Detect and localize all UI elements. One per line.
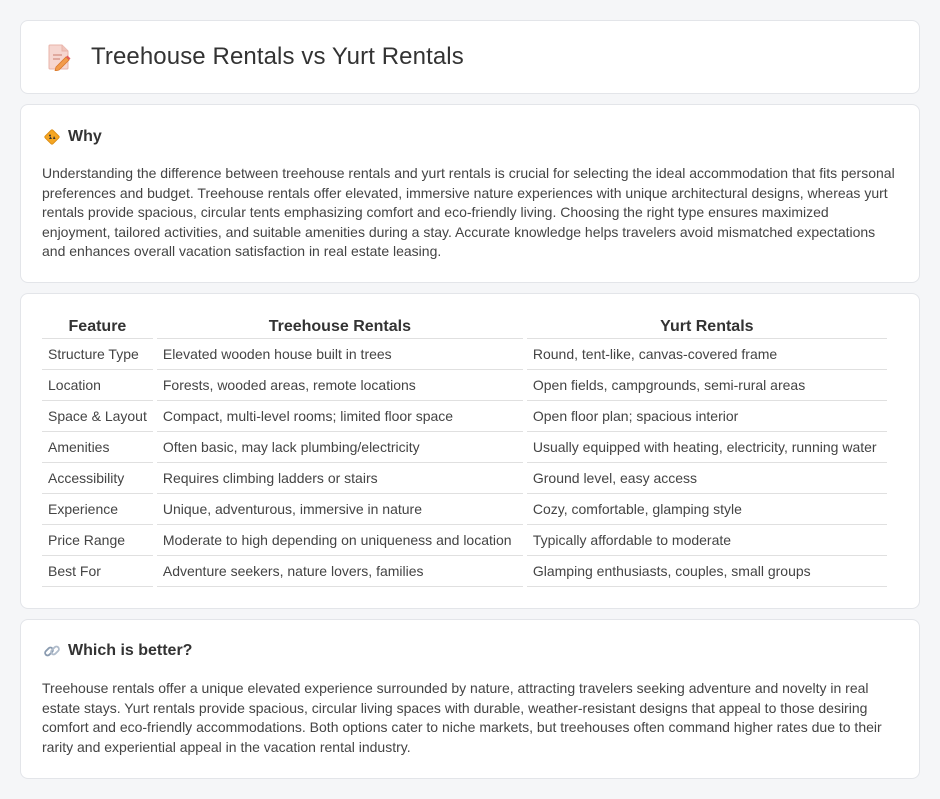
yurt-cell: Open floor plan; spacious interior xyxy=(522,400,887,432)
yurt-cell: Round, tent-like, canvas-covered frame xyxy=(522,338,887,370)
table-row: Price Range Moderate to high depending o… xyxy=(42,524,887,556)
yurt-cell: Glamping enthusiasts, couples, small gro… xyxy=(522,555,887,587)
treehouse-cell: Requires climbing ladders or stairs xyxy=(152,462,525,494)
yurt-cell: Typically affordable to moderate xyxy=(522,524,887,556)
header-yurt: Yurt Rentals xyxy=(522,316,887,339)
yurt-cell: Usually equipped with heating, electrici… xyxy=(522,431,887,463)
table-row: Amenities Often basic, may lack plumbing… xyxy=(42,431,887,463)
which-is-better-section: Which is better? Treehouse rentals offer… xyxy=(20,619,920,779)
yurt-cell: Open fields, campgrounds, semi-rural are… xyxy=(522,369,887,401)
better-title: Which is better? xyxy=(68,642,193,659)
header-feature: Feature xyxy=(42,316,155,339)
why-title: Why xyxy=(68,128,102,145)
table-row: Best For Adventure seekers, nature lover… xyxy=(42,555,887,587)
treehouse-cell: Moderate to high depending on uniqueness… xyxy=(152,524,525,556)
comparison-table: Feature Treehouse Rentals Yurt Rentals S… xyxy=(42,316,887,587)
yurt-cell: Cozy, comfortable, glamping style xyxy=(522,493,887,525)
comparison-section: Feature Treehouse Rentals Yurt Rentals S… xyxy=(20,293,920,609)
table-row: Location Forests, wooded areas, remote l… xyxy=(42,369,887,401)
feature-cell: Structure Type xyxy=(42,338,155,370)
yurt-cell: Ground level, easy access xyxy=(522,462,887,494)
treehouse-cell: Compact, multi-level rooms; limited floo… xyxy=(152,400,525,432)
feature-cell: Space & Layout xyxy=(42,400,155,432)
why-header: Why xyxy=(43,128,102,146)
feature-cell: Price Range xyxy=(42,524,155,556)
table-row: Experience Unique, adventurous, immersiv… xyxy=(42,493,887,525)
link-icon xyxy=(44,645,60,657)
feature-cell: Amenities xyxy=(42,431,155,463)
treehouse-cell: Unique, adventurous, immersive in nature xyxy=(152,493,525,525)
treehouse-cell: Often basic, may lack plumbing/electrici… xyxy=(152,431,525,463)
construction-sign-icon xyxy=(44,129,60,145)
treehouse-cell: Adventure seekers, nature lovers, famili… xyxy=(152,555,525,587)
better-text: Treehouse rentals offer a unique elevate… xyxy=(42,680,882,755)
why-text: Understanding the difference between tre… xyxy=(42,165,895,259)
feature-cell: Best For xyxy=(42,555,155,587)
document-pencil-icon xyxy=(48,44,71,71)
page-title: Treehouse Rentals vs Yurt Rentals xyxy=(91,43,464,70)
feature-cell: Location xyxy=(42,369,155,401)
better-header: Which is better? xyxy=(43,642,192,660)
feature-cell: Accessibility xyxy=(42,462,155,494)
title-row: Treehouse Rentals vs Yurt Rentals xyxy=(47,43,464,71)
table-header-row: Feature Treehouse Rentals Yurt Rentals xyxy=(42,316,887,339)
treehouse-cell: Forests, wooded areas, remote locations xyxy=(152,369,525,401)
feature-cell: Experience xyxy=(42,493,155,525)
table-row: Accessibility Requires climbing ladders … xyxy=(42,462,887,494)
treehouse-cell: Elevated wooden house built in trees xyxy=(152,338,525,370)
header-treehouse: Treehouse Rentals xyxy=(152,316,525,339)
table-row: Structure Type Elevated wooden house bui… xyxy=(42,338,887,370)
title-card: Treehouse Rentals vs Yurt Rentals xyxy=(20,20,920,94)
why-section: Why Understanding the difference between… xyxy=(20,104,920,283)
table-row: Space & Layout Compact, multi-level room… xyxy=(42,400,887,432)
